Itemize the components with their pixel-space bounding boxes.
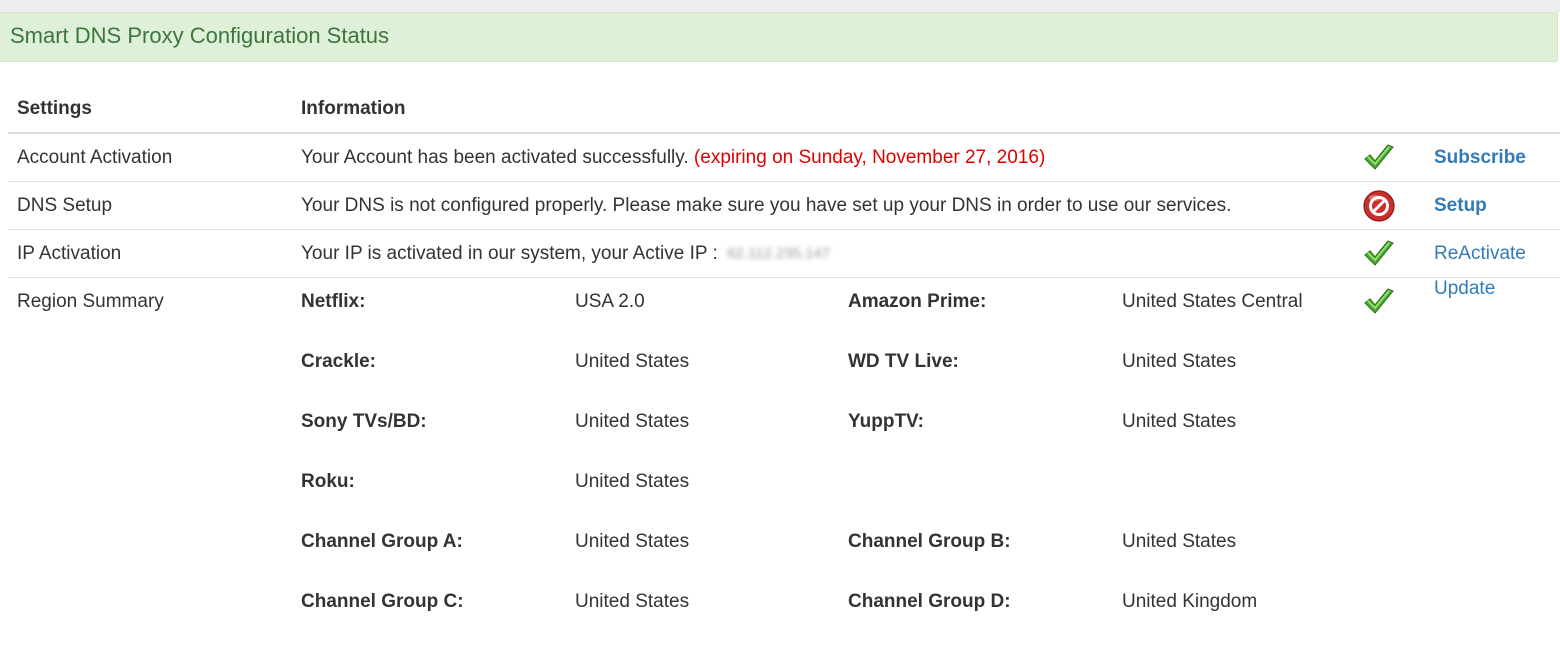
region-services-grid: Netflix: USA 2.0 Amazon Prime: United St… [301,291,1341,651]
service-region: United States [575,411,690,432]
setup-link[interactable]: Setup [1434,195,1487,217]
table-header-row: Settings Information [8,85,1560,134]
service-region: United States Central [1122,291,1303,312]
service-name: Channel Group D: [848,591,1011,612]
info-message: Your IP is activated in our system, your… [301,243,718,265]
status-table: Settings Information Account Activation … [8,85,1560,638]
update-link[interactable]: Update [1434,278,1495,300]
service-name: Sony TVs/BD: [301,411,427,432]
reactivate-link[interactable]: ReActivate [1434,243,1526,265]
info-text: Your IP is activated in our system, your… [301,243,830,265]
error-icon [1363,190,1395,222]
check-icon [1364,144,1394,170]
service-region: United States [1122,411,1237,432]
setting-label: Account Activation [17,147,173,168]
table-row-ip-activation: IP Activation Your IP is activated in ou… [8,230,1560,278]
setup-button[interactable]: Setup [1434,195,1487,216]
setting-label: DNS Setup [17,195,113,216]
service-name: Channel Group C: [301,591,464,612]
service-name: Netflix: [301,291,366,312]
panel-heading: Smart DNS Proxy Configuration Status [0,12,1558,62]
service-name: WD TV Live: [848,351,959,372]
check-icon [1364,288,1394,314]
service-name: Roku: [301,471,355,492]
service-line: Crackle: United States WD TV Live: Unite… [301,351,1341,411]
service-name: Channel Group A: [301,531,463,552]
service-line: Channel Group C: United States Channel G… [301,591,1341,651]
service-region: United States [575,471,690,492]
service-region: United States [1122,351,1237,372]
header-settings: Settings [17,98,92,119]
check-icon [1364,240,1394,266]
service-region: USA 2.0 [575,291,645,312]
setting-label: IP Activation [17,243,122,264]
service-name: Crackle: [301,351,376,372]
header-information: Information [301,98,406,119]
service-region: United States [575,591,690,612]
active-ip-value: 62.112.235.147 [727,245,831,262]
service-region: United Kingdom [1122,591,1258,612]
subscribe-button[interactable]: Subscribe [1434,147,1526,168]
update-button[interactable]: Update [1434,278,1495,299]
service-region: United States [1122,531,1237,552]
service-line: Roku: United States [301,471,1341,531]
service-line: Channel Group A: United States Channel G… [301,531,1341,591]
service-name: Channel Group B: [848,531,1011,552]
table-row-region-summary: Region Summary Netflix: USA 2.0 Amazon P… [8,278,1560,638]
service-region: United States [575,531,690,552]
service-line: Netflix: USA 2.0 Amazon Prime: United St… [301,291,1341,351]
info-text: Your Account has been activated successf… [301,147,1045,169]
service-name: YuppTV: [848,411,924,432]
reactivate-button[interactable]: ReActivate [1434,243,1526,264]
table-row-dns-setup: DNS Setup Your DNS is not configured pro… [8,182,1560,230]
subscribe-link[interactable]: Subscribe [1434,147,1526,169]
service-line: Sony TVs/BD: United States YuppTV: Unite… [301,411,1341,471]
setting-label: Region Summary [17,291,164,312]
expiry-text: (expiring on Sunday, November 27, 2016) [693,147,1046,168]
panel-title: Smart DNS Proxy Configuration Status [10,23,390,48]
top-strip [0,0,1560,12]
info-message: Your Account has been activated successf… [301,147,689,168]
info-text: Your DNS is not configured properly. Ple… [301,195,1232,216]
service-region: United States [575,351,690,372]
service-name: Amazon Prime: [848,291,987,312]
table-row-account-activation: Account Activation Your Account has been… [8,134,1560,182]
